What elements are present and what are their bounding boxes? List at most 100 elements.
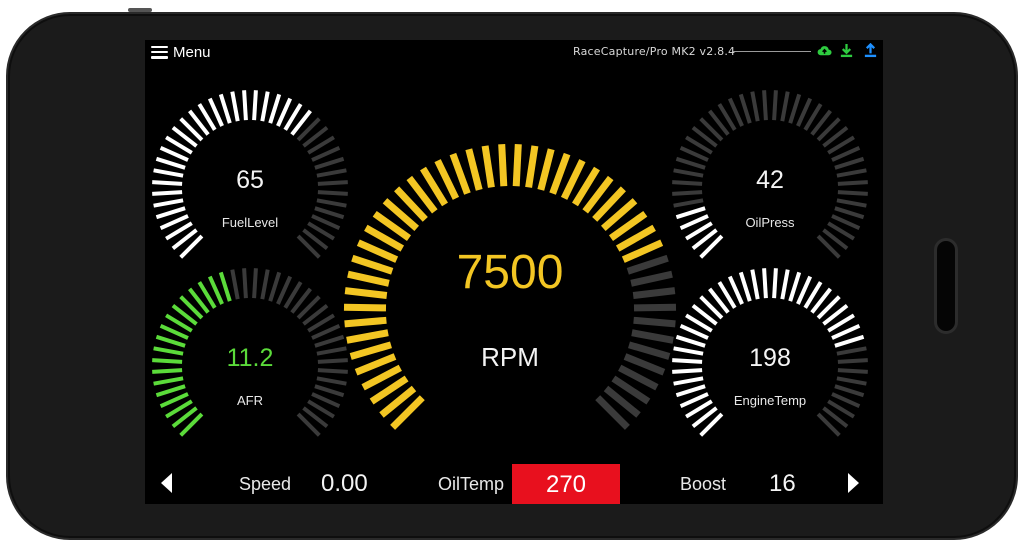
rpm-tick bbox=[537, 148, 555, 191]
enginetemp-tick bbox=[780, 269, 790, 300]
fuellevel-value: 65 bbox=[236, 166, 264, 194]
rpm-tick bbox=[633, 303, 677, 312]
rpm-tick bbox=[351, 254, 394, 275]
oilpress-tick bbox=[772, 90, 778, 121]
rpm-tick bbox=[343, 303, 387, 312]
rpm-tick bbox=[630, 270, 673, 287]
fuel-tick bbox=[152, 180, 183, 186]
oilpress-value: 42 bbox=[756, 166, 784, 194]
home-button[interactable] bbox=[934, 238, 958, 334]
enginetemp-tick bbox=[834, 334, 865, 348]
oilpress-tick bbox=[837, 180, 868, 186]
afr-tick bbox=[317, 368, 348, 374]
afr-tick bbox=[316, 376, 347, 386]
afr-tick bbox=[155, 334, 186, 348]
speed-label: Speed bbox=[239, 474, 292, 494]
oilpress-tick bbox=[780, 91, 790, 122]
boost-label: Boost bbox=[680, 474, 727, 494]
fuel-tick bbox=[268, 93, 282, 124]
oilpress-tick bbox=[834, 206, 865, 220]
enginetemp-tick bbox=[750, 269, 760, 300]
enginetemp-tick bbox=[673, 376, 704, 386]
fuellevel-label: FuelLevel bbox=[222, 215, 278, 230]
rpm-label: RPM bbox=[481, 342, 539, 372]
rpm-tick bbox=[632, 287, 676, 299]
fuel-tick bbox=[317, 190, 348, 196]
rpm-tick bbox=[498, 144, 508, 187]
enginetemp-tick bbox=[738, 271, 752, 302]
fuel-tick bbox=[153, 168, 184, 178]
rpm-tick bbox=[344, 316, 387, 328]
enginetemp-tick bbox=[836, 376, 867, 386]
enginetemp-tick bbox=[834, 384, 865, 398]
rpm-tick bbox=[549, 152, 571, 195]
oilpress-tick bbox=[788, 93, 802, 124]
oilpress-tick bbox=[834, 156, 865, 170]
enginetemp-tick bbox=[837, 358, 868, 364]
afr-tick bbox=[260, 269, 270, 300]
rpm-tick bbox=[631, 329, 674, 344]
rpm-tick bbox=[633, 316, 676, 328]
oiltemp-value-alarm: 270 bbox=[512, 464, 620, 504]
oilpress-tick bbox=[673, 168, 704, 178]
oilpress-tick bbox=[750, 91, 760, 122]
rpm-tick bbox=[525, 145, 539, 188]
afr-tick bbox=[153, 376, 184, 386]
fuel-tick bbox=[230, 91, 240, 122]
rpm-tick bbox=[449, 152, 471, 195]
oilpress-tick bbox=[836, 198, 867, 208]
afr-tick bbox=[155, 384, 186, 398]
oilpress-tick bbox=[762, 90, 768, 121]
enginetemp-tick bbox=[837, 368, 868, 374]
fuel-tick bbox=[314, 206, 345, 220]
enginetemp-tick bbox=[788, 271, 802, 302]
afr-tick bbox=[242, 268, 248, 299]
enginetemp-tick bbox=[675, 334, 706, 348]
fuel-tick bbox=[317, 180, 348, 186]
rpm-tick bbox=[344, 287, 388, 299]
fuel-tick bbox=[152, 190, 183, 196]
next-screen-arrow-icon[interactable] bbox=[845, 472, 861, 494]
oilpress-tick bbox=[836, 168, 867, 178]
enginetemp-tick bbox=[672, 358, 703, 364]
rpm-tick bbox=[346, 329, 389, 344]
fuel-tick bbox=[316, 168, 347, 178]
fuel-tick bbox=[260, 91, 270, 122]
fuel-tick bbox=[316, 198, 347, 208]
enginetemp-tick bbox=[762, 268, 768, 299]
rpm-value: 7500 bbox=[457, 246, 564, 299]
enginetemp-tick bbox=[675, 384, 706, 398]
afr-tick bbox=[268, 271, 282, 302]
oilpress-tick bbox=[738, 93, 752, 124]
afr-tick bbox=[314, 334, 345, 348]
afr-tick bbox=[152, 358, 183, 364]
afr-tick bbox=[314, 384, 345, 398]
afr-tick bbox=[218, 271, 232, 302]
enginetemp-tick bbox=[772, 268, 778, 299]
rpm-tick bbox=[626, 254, 669, 275]
afr-tick bbox=[316, 346, 347, 356]
gauge-panel: 7500 RPM 65 FuelLevel 42 OilPress 11.2 A… bbox=[152, 90, 868, 437]
enginetemp-tick bbox=[836, 346, 867, 356]
rpm-tick bbox=[628, 341, 671, 360]
oilpress-tick bbox=[675, 206, 706, 220]
app-screen: Menu RaceCapture/Pro MK2 v2.8.4 7500 RPM… bbox=[145, 40, 883, 504]
oilpress-tick bbox=[673, 198, 704, 208]
fuel-tick bbox=[218, 93, 232, 124]
oilpress-tick bbox=[675, 156, 706, 170]
previous-screen-arrow-icon[interactable] bbox=[159, 472, 175, 494]
afr-tick bbox=[152, 368, 183, 374]
afr-tick bbox=[317, 358, 348, 364]
afr-tick bbox=[252, 268, 258, 299]
enginetemp-label: EngineTemp bbox=[734, 393, 806, 408]
speed-value: 0.00 bbox=[321, 470, 368, 497]
rpm-tick bbox=[512, 144, 522, 187]
oiltemp-label: OilTemp bbox=[438, 474, 505, 494]
enginetemp-tick bbox=[672, 368, 703, 374]
enginetemp-value: 198 bbox=[749, 344, 791, 372]
rpm-tick bbox=[347, 270, 390, 287]
oilpress-tick bbox=[672, 190, 703, 196]
afr-value: 11.2 bbox=[227, 344, 274, 372]
boost-value: 16 bbox=[769, 470, 796, 497]
fuel-tick bbox=[242, 90, 248, 121]
